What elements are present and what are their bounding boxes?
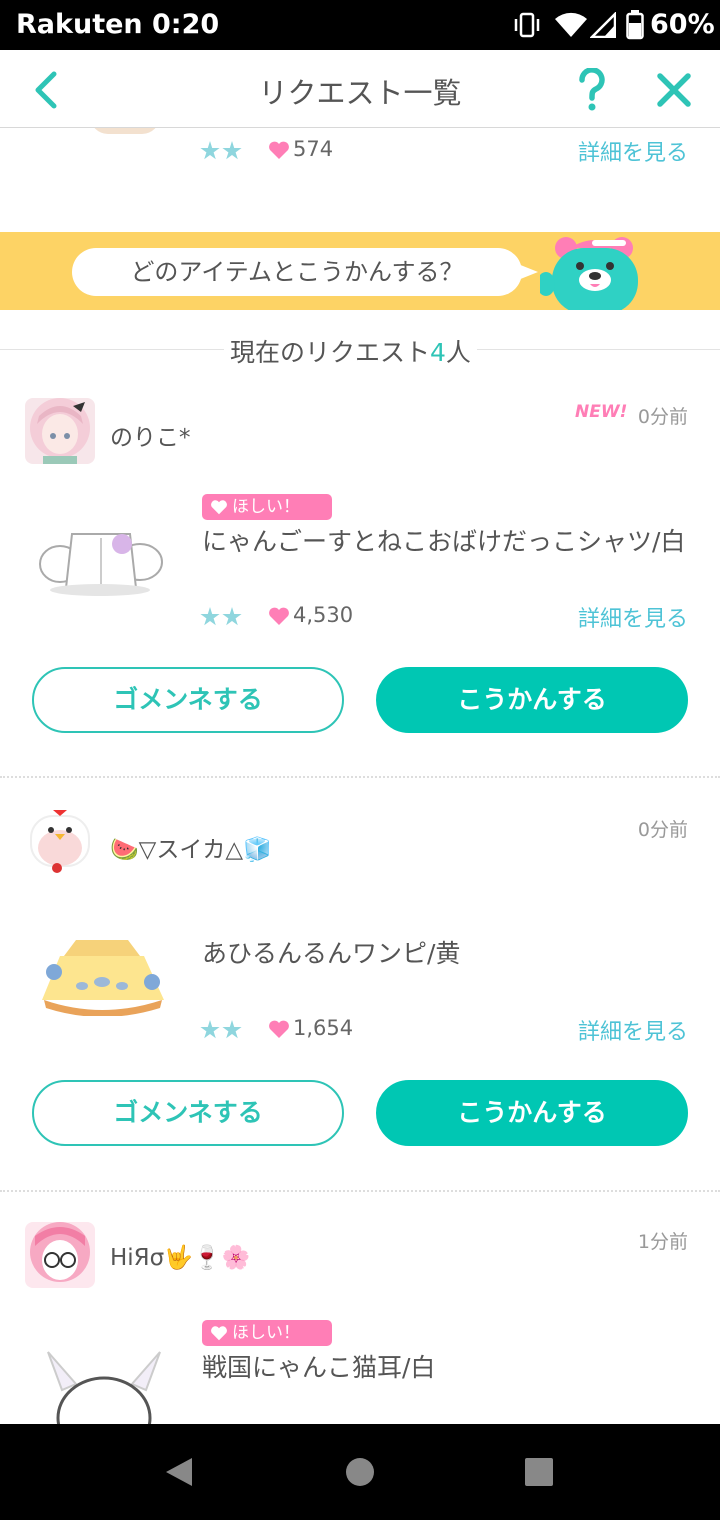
username: HiЯσ🤟🍷🌸 (110, 1245, 251, 1271)
item-name: 戦国にゃんこ猫耳/白 (202, 1353, 436, 1382)
rarity-stars (200, 607, 242, 627)
item-name: にゃんごーすとねこおばけだっこシャツ/白 (202, 527, 686, 556)
request-time: 1分前 (637, 1231, 688, 1253)
clock: 0:20 (152, 9, 220, 40)
recents-nav-icon[interactable] (524, 1457, 554, 1487)
request-time: 0分前 (637, 406, 688, 428)
want-badge-label: ほしい！ (232, 1323, 300, 1343)
decline-button[interactable]: ゴメンネする (32, 1080, 344, 1146)
exchange-button[interactable]: こうかんする (376, 667, 688, 733)
exchange-banner: どのアイテムとこうかんする？ (0, 232, 720, 310)
heart-icon (211, 1326, 227, 1341)
request-count-number: 4 (430, 338, 446, 367)
want-badge: ほしい！ (202, 494, 332, 520)
status-bar: Rakuten 0:20 60% (0, 0, 720, 50)
carrier-label: Rakuten (16, 9, 143, 40)
item-image (90, 128, 160, 134)
exchange-button[interactable]: こうかんする (376, 1080, 688, 1146)
bear-mascot-icon (540, 237, 638, 310)
rarity-stars (200, 141, 242, 161)
detail-link[interactable]: 詳細を見る (578, 601, 688, 633)
avatar[interactable] (25, 1222, 95, 1288)
avatar[interactable] (25, 808, 95, 874)
divider (0, 776, 720, 778)
banner-bubble: どのアイテムとこうかんする？ (72, 248, 538, 296)
like-count: 4,530 (293, 603, 354, 627)
heart-icon (269, 1020, 289, 1038)
new-badge: NEW! (575, 402, 628, 422)
want-badge-label: ほしい！ (232, 497, 300, 517)
rarity-stars (200, 1020, 242, 1040)
detail-link[interactable]: 詳細を見る (578, 1014, 688, 1046)
username: 🍉▽スイカ△🧊 (110, 837, 272, 863)
item-name: あひるんるんワンピ/黄 (202, 939, 461, 968)
vibrate-icon (514, 12, 540, 38)
avatar[interactable] (25, 398, 95, 464)
heart-icon (269, 607, 289, 625)
heart-icon (211, 500, 227, 515)
home-nav-icon[interactable] (344, 1456, 376, 1488)
heart-icon (269, 141, 289, 159)
wifi-icon (555, 12, 587, 37)
decline-button[interactable]: ゴメンネする (32, 667, 344, 733)
back-nav-icon[interactable] (164, 1456, 194, 1488)
page-title: リクエスト一覧 (258, 76, 462, 110)
request-time: 0分前 (637, 819, 688, 841)
detail-link[interactable]: 詳細を見る (578, 135, 688, 167)
battery-label: 60% (650, 9, 715, 40)
request-count-prefix: 現在のリクエスト (230, 338, 431, 367)
close-icon[interactable] (656, 72, 692, 108)
item-image (40, 1338, 170, 1424)
like-count: 1,654 (293, 1016, 354, 1040)
request-list[interactable]: 574 詳細を見る どのアイテムとこうかんする？ 現在のリクエスト4人 のりこ*… (0, 128, 720, 1424)
item-image (36, 936, 168, 1017)
request-count-suffix: 人 (445, 338, 471, 367)
request-count: 現在のリクエスト4人 (224, 333, 477, 369)
question-icon[interactable] (576, 68, 608, 112)
signal-icon (590, 12, 616, 38)
divider (0, 1190, 720, 1192)
want-badge: ほしい！ (202, 1320, 332, 1346)
item-image (36, 524, 166, 600)
like-count: 574 (293, 137, 334, 161)
app-header: リクエスト一覧 (0, 50, 720, 128)
battery-icon (626, 10, 644, 40)
navigation-bar (0, 1424, 720, 1520)
username: のりこ* (110, 425, 191, 451)
